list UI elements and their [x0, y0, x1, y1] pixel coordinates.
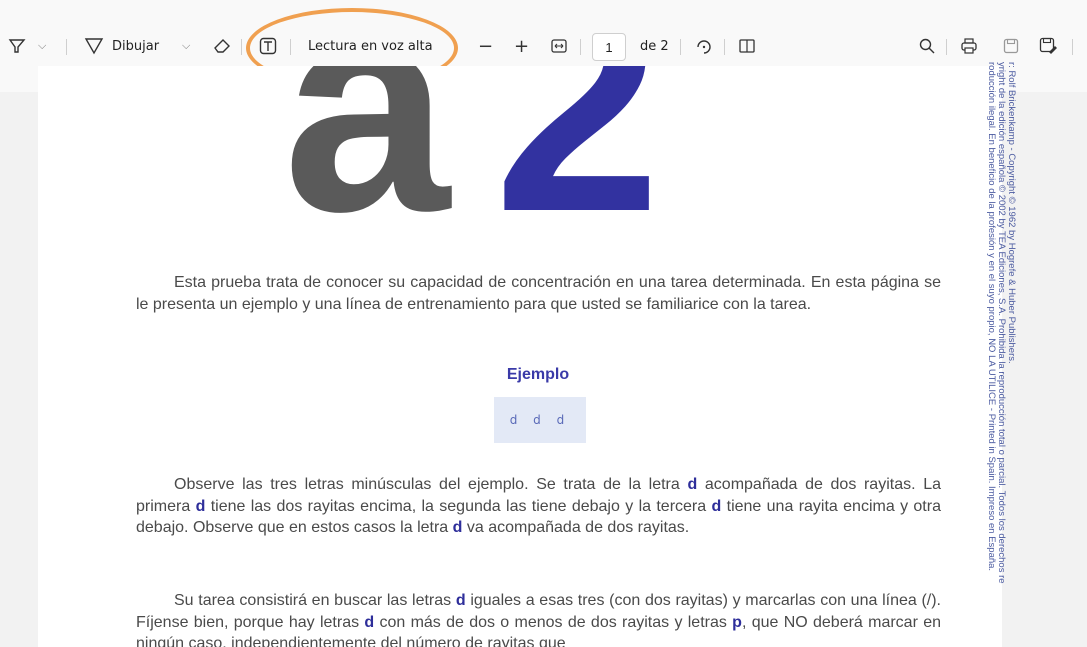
highlight-tool-button[interactable] — [8, 34, 26, 58]
save-icon — [1003, 38, 1019, 54]
page-total-label: de 2 — [640, 38, 669, 54]
letter-d: d — [195, 497, 206, 515]
text-tool-button[interactable] — [258, 34, 278, 58]
eraser-button[interactable] — [212, 34, 232, 58]
divider — [1072, 39, 1073, 55]
example-letters: d d d — [509, 413, 571, 427]
page-current: 1 — [605, 39, 613, 55]
page-number-input[interactable]: 1 — [592, 33, 626, 61]
highlighter-icon — [8, 39, 26, 53]
print-button[interactable] — [960, 34, 978, 58]
text-run: Su tarea consistirá en buscar las letras — [174, 592, 456, 609]
divider — [66, 39, 67, 55]
page-view-button[interactable] — [738, 34, 756, 58]
draw-options-chevron[interactable]: ⌵ — [182, 34, 190, 58]
text-run: Observe las tres letras minúsculas del e… — [174, 476, 688, 493]
letter-d: d — [455, 592, 466, 609]
zoom-out-button[interactable]: − — [478, 34, 493, 58]
eraser-icon — [214, 39, 230, 53]
text-run: va acompañada de dos rayitas. — [462, 519, 690, 536]
explanation-paragraph: Observe las tres letras minúsculas del e… — [136, 474, 941, 539]
fit-width-button[interactable] — [550, 34, 568, 58]
divider — [680, 39, 681, 55]
divider — [580, 39, 581, 55]
example-title: Ejemplo — [506, 366, 570, 383]
save-as-button[interactable] — [1038, 34, 1058, 58]
chevron-down-icon: ⌵ — [182, 39, 191, 52]
search-button[interactable] — [918, 34, 936, 58]
task-paragraph: Su tarea consistirá en buscar las letras… — [136, 590, 941, 647]
copyright-line-3: roducción ilegal. En beneficio de la pro… — [986, 62, 997, 572]
minus-icon: − — [478, 35, 494, 57]
save-button[interactable] — [1002, 34, 1020, 58]
page-view-icon — [739, 39, 755, 53]
divider — [724, 39, 725, 55]
divider — [946, 39, 947, 55]
chevron-down-icon: ⌵ — [38, 39, 47, 52]
letter-d: d — [687, 476, 698, 493]
example-box: d d d — [494, 397, 586, 443]
draw-label: Dibujar — [112, 38, 160, 54]
rotate-button[interactable] — [694, 34, 714, 58]
letter-d: d — [711, 497, 722, 515]
draw-pen-icon — [84, 38, 104, 55]
divider — [290, 39, 291, 55]
search-icon — [919, 38, 935, 54]
letter-d: d — [364, 613, 375, 631]
text-box-icon — [259, 37, 277, 55]
page-total: de 2 — [640, 34, 669, 58]
pdf-page: a 2 Esta prueba trata de conocer su capa… — [38, 66, 1002, 647]
draw-button[interactable]: Dibujar — [84, 34, 159, 58]
hero-number-2: 2 — [494, 66, 661, 274]
zoom-in-button[interactable]: + — [514, 34, 529, 58]
text-run: con más de dos o menos de dos rayitas y … — [374, 613, 733, 631]
highlight-options-chevron[interactable]: ⌵ — [38, 34, 46, 58]
read-aloud-button[interactable]: Lectura en voz alta — [308, 34, 433, 58]
save-as-icon — [1039, 37, 1057, 54]
letter-d: d — [452, 519, 463, 536]
divider — [241, 39, 242, 55]
hero-letter-a: a — [283, 66, 450, 274]
read-aloud-label: Lectura en voz alta — [308, 38, 433, 54]
text-run: tiene las dos rayitas encima, la segunda… — [205, 497, 712, 515]
intro-paragraph: Esta prueba trata de conocer su capacida… — [136, 274, 941, 313]
plus-icon: + — [514, 35, 530, 57]
rotate-icon — [697, 40, 711, 54]
letter-p: p — [732, 613, 742, 631]
fit-width-icon — [551, 39, 567, 53]
printer-icon — [961, 38, 977, 54]
